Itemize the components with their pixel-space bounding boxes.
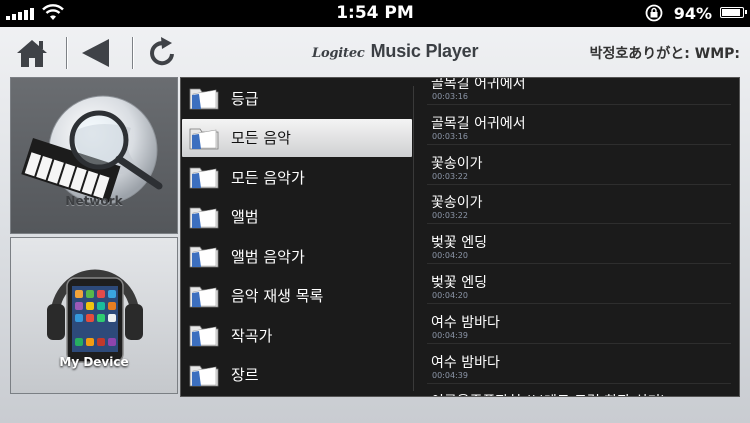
category-label: 앨범 음악가 xyxy=(231,247,305,266)
toolbar-separator xyxy=(132,37,133,69)
folder-icon xyxy=(189,246,219,268)
track-title: 여수 밤바다 xyxy=(431,314,500,331)
track-row[interactable]: 벚꽃 엔딩 00:04:20 xyxy=(417,264,737,304)
category-item[interactable]: 앨범 xyxy=(182,198,412,236)
source-my-device-label: My Device xyxy=(59,355,129,369)
folder-icon xyxy=(189,128,219,149)
network-globe-piano-icon xyxy=(21,95,163,205)
track-title: 골목길 어귀에서 xyxy=(431,115,526,132)
track-row[interactable]: 꽃송이가 00:03:22 xyxy=(417,184,737,225)
folder-icon xyxy=(189,286,219,307)
battery-percent: 94% xyxy=(673,4,712,23)
source-network-button[interactable]: Network xyxy=(10,77,178,234)
category-list: 등급모든 음악모든 음악가앨범앨범 음악가음악 재생 목록작곡가장르 xyxy=(181,78,413,396)
track-duration: 00:04:20 xyxy=(432,291,468,300)
track-duration: 00:03:22 xyxy=(432,211,468,221)
track-title: 이름을좀폰잡혀 (브레드 드럼 한판 쉬기) xyxy=(431,391,666,396)
track-title: 벚꽃 엔딩 xyxy=(431,235,487,252)
track-title: 꽃송이가 xyxy=(431,195,483,212)
category-label: 장르 xyxy=(231,366,259,384)
category-item[interactable]: 음악 재생 목록 xyxy=(182,277,412,315)
app-brand: Logitec xyxy=(312,46,365,61)
track-duration: 00:03:22 xyxy=(432,171,468,181)
category-item[interactable]: 모든 음악가 xyxy=(182,158,412,196)
battery-fill xyxy=(722,9,740,16)
refresh-icon[interactable] xyxy=(144,35,180,71)
category-label: 작곡가 xyxy=(231,326,273,345)
source-panel: Network My Device xyxy=(10,77,180,397)
folder-icon xyxy=(189,167,219,189)
toolbar: Logitec Music Player 박정호ありがと: WMP: xyxy=(0,27,750,75)
category-label: 모든 음악 xyxy=(231,129,291,147)
status-bar: 1:54 PM 94% xyxy=(0,0,750,27)
battery-icon xyxy=(720,7,747,18)
status-time: 1:54 PM xyxy=(336,3,414,23)
track-row[interactable]: 여수 밤바다 00:04:39 xyxy=(417,304,737,344)
track-title: 여수 밤바다 xyxy=(431,354,500,371)
track-title: 벚꽃 엔딩 xyxy=(431,275,487,291)
category-item[interactable]: 작곡가 xyxy=(182,316,412,354)
category-item[interactable]: 등급 xyxy=(182,79,412,117)
category-label: 등급 xyxy=(231,89,259,108)
track-row[interactable]: 여수 밤바다 00:04:39 xyxy=(417,344,737,384)
track-row[interactable]: 벚꽃 엔딩 00:04:20 xyxy=(417,224,737,265)
category-item[interactable]: 모든 음악 xyxy=(182,118,412,157)
source-network-label: Network xyxy=(65,194,123,208)
track-duration: 00:04:39 xyxy=(432,370,468,380)
source-my-device-button[interactable]: My Device xyxy=(10,237,178,394)
server-name: 박정호ありがと: WMP: xyxy=(589,46,740,62)
list-divider xyxy=(413,86,414,391)
category-label: 앨범 xyxy=(231,208,259,226)
folder-icon xyxy=(189,365,219,386)
track-row[interactable]: 꽃송이가 00:03:22 xyxy=(417,145,737,185)
track-duration: 00:03:16 xyxy=(432,131,468,141)
category-label: 음악 재생 목록 xyxy=(231,287,324,305)
track-row[interactable]: 골목길 어귀에서 00:03:16 xyxy=(417,105,737,145)
track-title: 골목길 어귀에서 xyxy=(431,78,526,92)
folder-icon xyxy=(189,325,219,347)
home-icon[interactable] xyxy=(14,35,50,71)
folder-icon xyxy=(189,207,219,228)
category-item[interactable]: 장르 xyxy=(182,356,412,394)
rotation-lock-icon xyxy=(645,4,663,22)
track-duration: 00:04:20 xyxy=(432,251,468,261)
browser-panel: 등급모든 음악모든 음악가앨범앨범 음악가음악 재생 목록작곡가장르 골목길 어… xyxy=(180,77,740,397)
toolbar-separator xyxy=(66,37,67,69)
app-title: Logitec Music Player xyxy=(312,41,479,62)
track-row[interactable]: 골목길 어귀에서 00:03:16 xyxy=(417,78,737,105)
category-item[interactable]: 앨범 음악가 xyxy=(182,237,412,275)
back-arrow-icon[interactable] xyxy=(78,35,114,71)
track-row[interactable]: 이름을좀폰잡혀 (브레드 드럼 한판 쉬기) xyxy=(417,383,737,396)
app-title-text: Music Player xyxy=(370,41,479,61)
device-headphones-icon xyxy=(47,269,143,363)
track-duration: 00:04:39 xyxy=(432,330,468,340)
track-list: 골목길 어귀에서 00:03:16 골목길 어귀에서 00:03:16 꽃송이가 00:0… xyxy=(417,78,737,396)
track-title: 꽃송이가 xyxy=(431,155,483,172)
folder-icon xyxy=(189,88,219,110)
category-label: 모든 음악가 xyxy=(231,168,305,187)
track-duration: 00:03:16 xyxy=(432,92,468,101)
